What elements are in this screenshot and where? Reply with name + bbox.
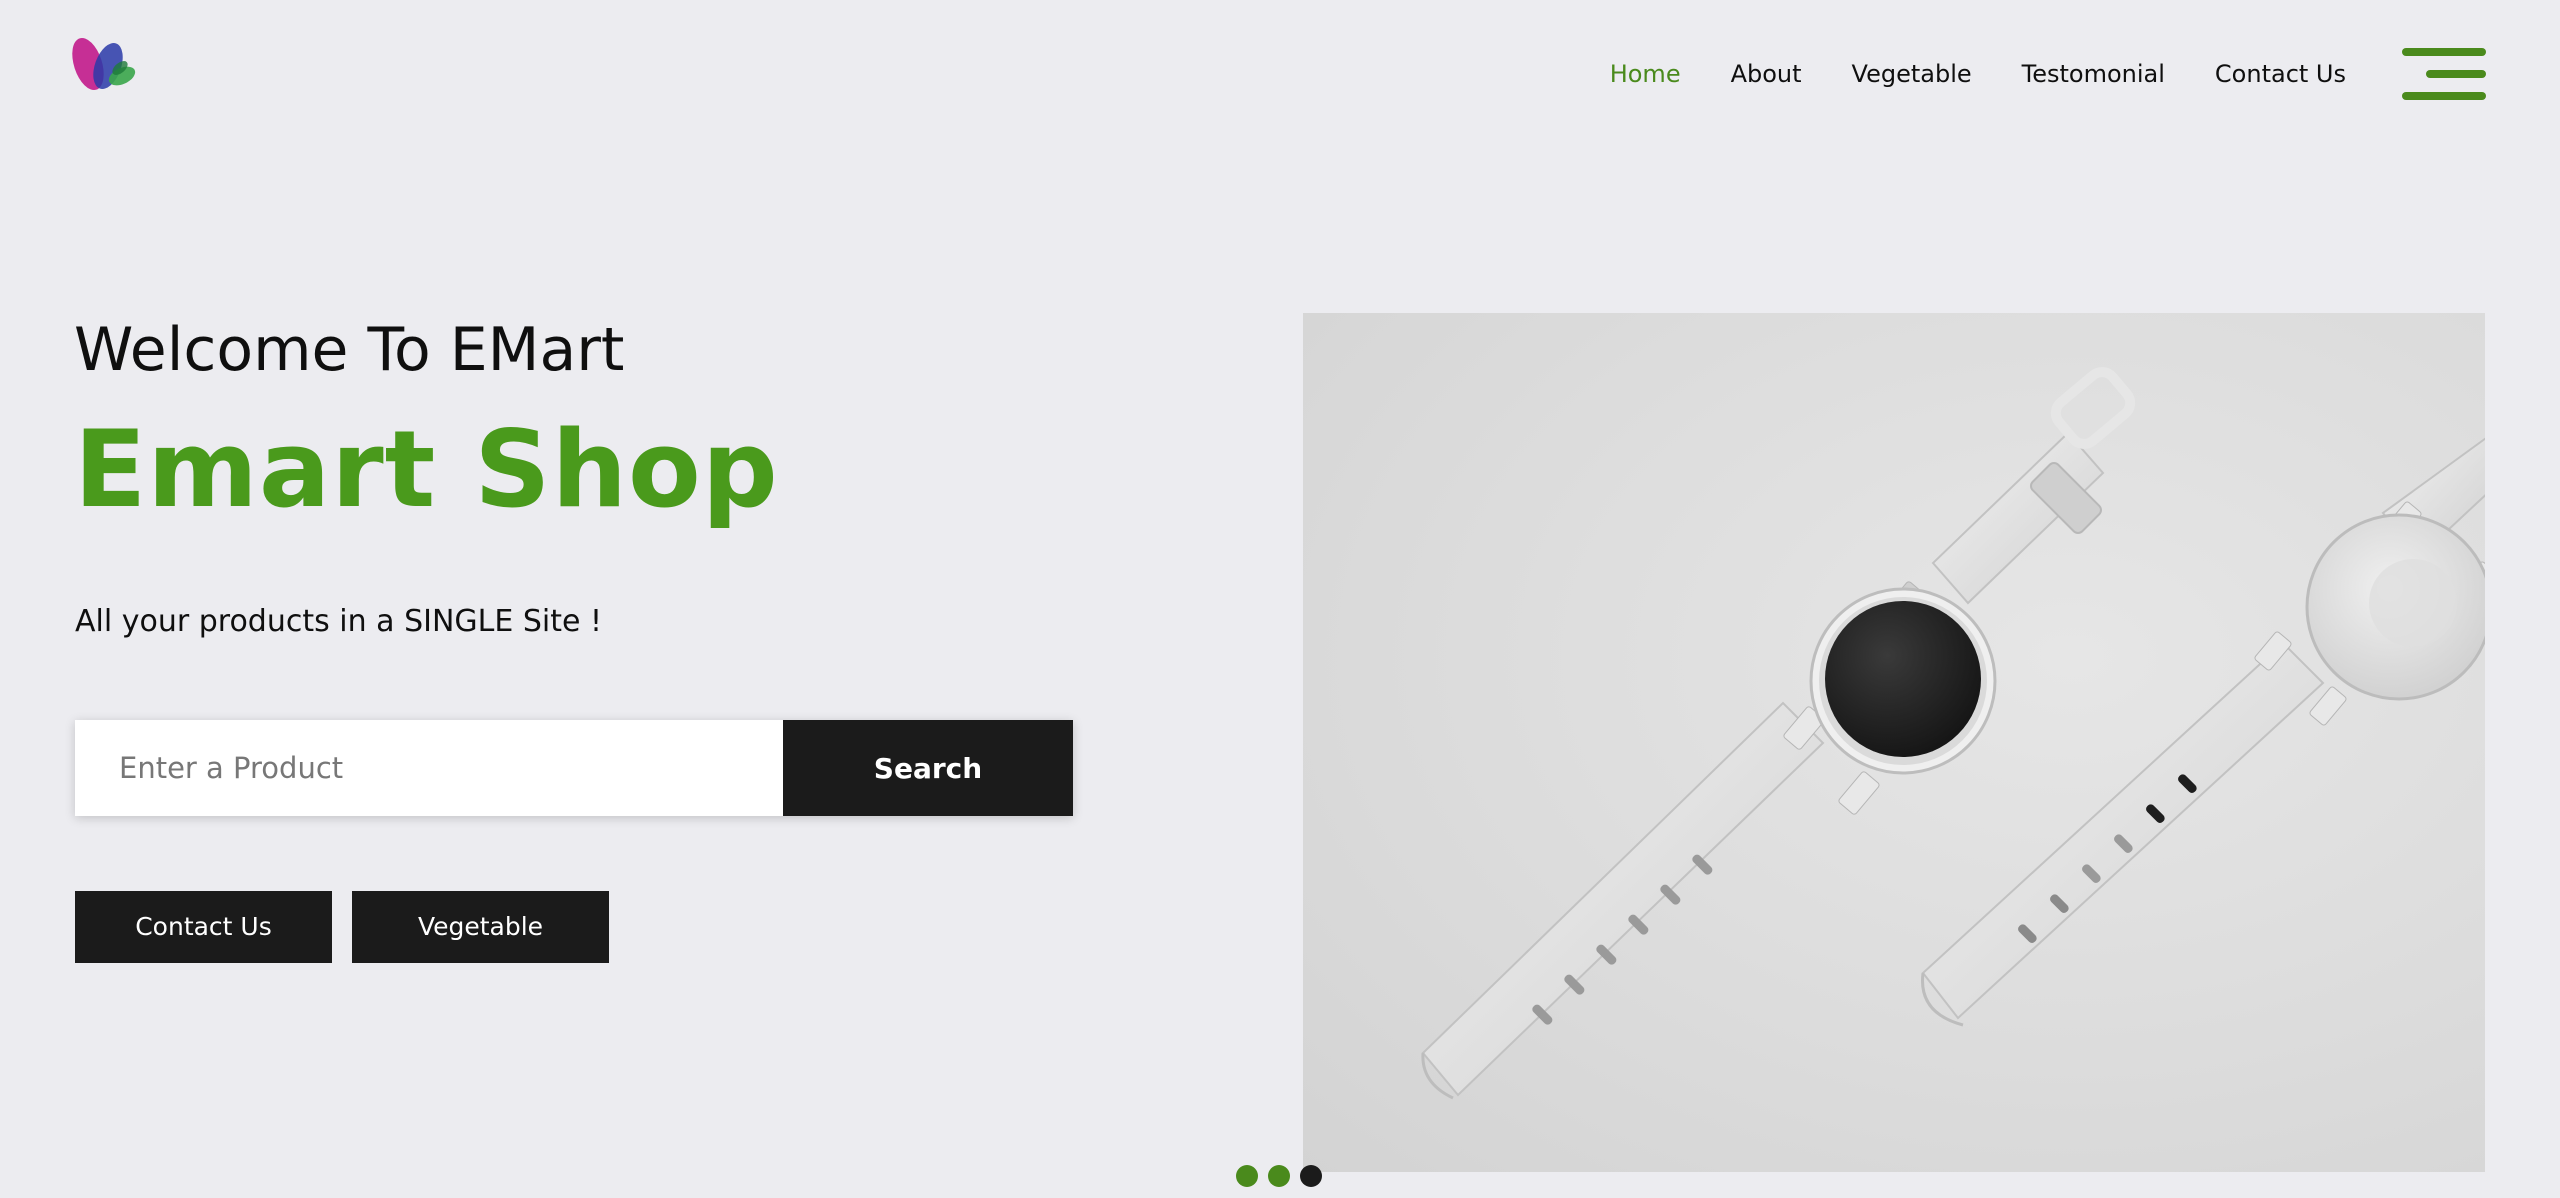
welcome-heading: Welcome To EMart [74,315,625,385]
contact-us-button[interactable]: Contact Us [75,891,332,963]
tagline: All your products in a SINGLE Site ! [75,604,603,639]
hamburger-line [2402,92,2486,100]
search-button[interactable]: Search [783,720,1073,816]
brand-title: Emart Shop [74,408,779,531]
search-bar: Search [75,720,1073,816]
logo[interactable] [64,32,148,96]
carousel-dot-1[interactable] [1236,1165,1258,1187]
main-nav: Home About Vegetable Testomonial Contact… [1610,58,2346,90]
nav-about[interactable]: About [1731,58,1802,90]
nav-vegetable[interactable]: Vegetable [1852,58,1972,90]
nav-contact-us[interactable]: Contact Us [2215,58,2346,90]
hamburger-line [2402,48,2486,56]
vegetable-button[interactable]: Vegetable [352,891,609,963]
search-input[interactable] [75,720,783,816]
hamburger-line [2426,70,2486,78]
petal-logo-icon [72,37,136,91]
smartwatch-product-image [1303,313,2485,1172]
hamburger-menu-icon[interactable] [2400,46,2486,104]
carousel-dot-2[interactable] [1268,1165,1290,1187]
carousel-dots [1236,1165,1322,1187]
nav-testimonial[interactable]: Testomonial [2022,58,2165,90]
carousel-dot-3[interactable] [1300,1165,1322,1187]
nav-home[interactable]: Home [1610,58,1681,90]
